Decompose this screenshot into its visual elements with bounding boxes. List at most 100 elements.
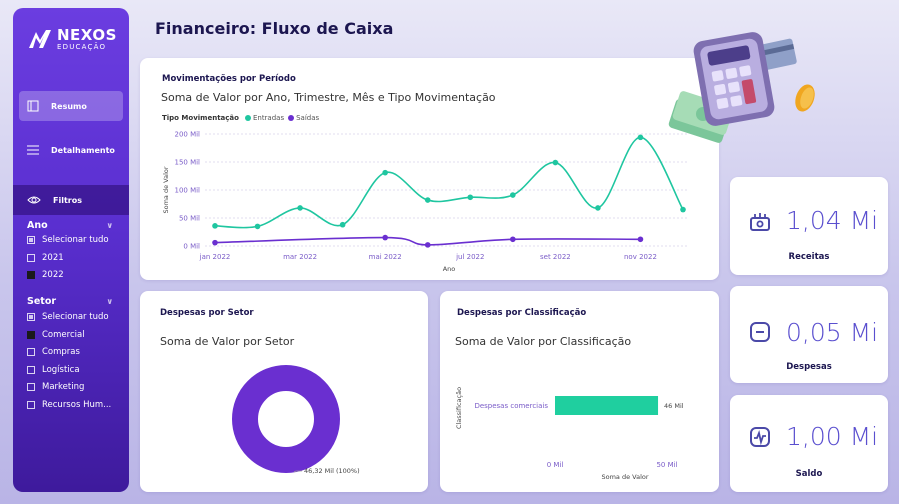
y-axis-title: Soma de Valor bbox=[162, 166, 170, 213]
data-point bbox=[212, 239, 218, 246]
data-point bbox=[510, 236, 516, 243]
kpi-saldo-card: 1,00 Mi Saldo bbox=[730, 395, 888, 492]
kpi-despesas-card: 0,05 Mi Despesas bbox=[730, 286, 888, 383]
x-axis-title: Soma de Valor bbox=[601, 473, 648, 481]
data-point bbox=[552, 159, 559, 166]
x-tick-label: jan 2022 bbox=[199, 253, 231, 261]
slicer-setor-option[interactable]: Selecionar tudo bbox=[27, 312, 109, 322]
data-point bbox=[382, 169, 388, 176]
data-point bbox=[467, 194, 474, 201]
series-line-entradas bbox=[214, 136, 684, 229]
slicer-ano-title: Ano ∨ bbox=[27, 220, 123, 231]
slicer-setor-option[interactable]: Comercial bbox=[27, 330, 85, 340]
kpi-receitas-label: Receitas bbox=[788, 252, 830, 262]
slicer-ano-option[interactable]: 2021 bbox=[27, 253, 64, 263]
slicer-ano-option[interactable]: 2022 bbox=[27, 270, 64, 280]
kpi-receitas-value: 1,04 Mi bbox=[786, 206, 879, 235]
menu-icon bbox=[27, 144, 39, 156]
slicer-ano-label: Ano bbox=[27, 220, 48, 231]
filters-toggle[interactable]: Filtros bbox=[13, 185, 129, 215]
brand-logo: NEXOS EDUCAÇÃO bbox=[27, 26, 123, 66]
minus-icon bbox=[750, 322, 770, 342]
x-tick-label: set 2022 bbox=[540, 253, 571, 261]
x-tick-label: mar 2022 bbox=[283, 253, 317, 261]
slice-data-label: 46,32 Mil (100%) bbox=[304, 467, 360, 475]
y-tick-label: 100 Mil bbox=[174, 187, 200, 195]
nav-resumo-label: Resumo bbox=[51, 101, 87, 111]
page-title: Financeiro: Fluxo de Caixa bbox=[155, 19, 394, 38]
data-point bbox=[212, 223, 218, 229]
despesas-classificacao-card: Despesas por Classificação Soma de Valor… bbox=[440, 291, 719, 492]
data-point bbox=[637, 134, 644, 141]
checkbox[interactable] bbox=[27, 313, 35, 321]
nav-detalhamento-label: Detalhamento bbox=[51, 145, 115, 155]
category-label: Despesas comerciais bbox=[474, 402, 548, 410]
y-tick-label: 50 Mil bbox=[179, 215, 200, 223]
eye-icon bbox=[27, 195, 41, 205]
checkbox[interactable] bbox=[27, 348, 35, 356]
option-label: Comercial bbox=[42, 330, 85, 340]
option-label: Logística bbox=[42, 365, 80, 375]
kpi-receitas-card: 1,04 Mi Receitas bbox=[730, 177, 888, 275]
data-point bbox=[595, 205, 601, 211]
nav-resumo-button[interactable]: Resumo bbox=[19, 91, 123, 121]
checkbox[interactable] bbox=[27, 366, 35, 374]
option-label: Marketing bbox=[42, 382, 85, 392]
data-point bbox=[382, 234, 388, 241]
kpi-saldo-value: 1,00 Mi bbox=[786, 422, 879, 451]
kpi-despesas-value: 0,05 Mi bbox=[786, 318, 879, 347]
option-label: Selecionar tudo bbox=[42, 235, 109, 245]
calculator-money-illustration bbox=[668, 32, 815, 143]
donut-slice-comercial bbox=[232, 365, 340, 473]
brand-tagline: EDUCAÇÃO bbox=[57, 43, 107, 51]
data-point bbox=[510, 192, 516, 198]
nav-detalhamento-button[interactable]: Detalhamento bbox=[19, 135, 123, 165]
x-axis-title: Ano bbox=[443, 265, 456, 273]
checkbox[interactable] bbox=[27, 401, 35, 409]
calculator-icon bbox=[693, 32, 775, 126]
pulse-icon bbox=[750, 427, 770, 447]
slicer-setor-option[interactable]: Recursos Hum... bbox=[27, 400, 111, 410]
slicer-ano-option[interactable]: Selecionar tudo bbox=[27, 235, 109, 245]
option-label: 2021 bbox=[42, 253, 64, 263]
wallet-icon bbox=[750, 213, 770, 231]
bar-value-label: 46 Mil bbox=[664, 402, 684, 410]
donut-chart[interactable]: 46,32 Mil (100%) bbox=[140, 291, 428, 492]
slicer-setor-option[interactable]: Logística bbox=[27, 365, 80, 375]
data-point bbox=[297, 205, 303, 211]
slicer-setor-option[interactable]: Marketing bbox=[27, 382, 84, 392]
data-point bbox=[424, 242, 431, 248]
data-point bbox=[254, 223, 261, 230]
checkbox[interactable] bbox=[27, 271, 35, 279]
y-axis-title: Classificação bbox=[455, 387, 463, 429]
y-tick-label: 200 Mil bbox=[174, 131, 200, 139]
page-icon bbox=[27, 100, 39, 112]
y-tick-label: 150 Mil bbox=[174, 159, 200, 167]
chevron-down-icon[interactable]: ∨ bbox=[107, 221, 114, 230]
checkbox[interactable] bbox=[27, 236, 35, 244]
bar-chart[interactable]: Despesas comerciais 46 Mil 0 Mil 50 Mil Soma… bbox=[440, 291, 719, 492]
bar-despesas-comerciais bbox=[555, 396, 659, 415]
checkbox[interactable] bbox=[27, 331, 35, 339]
despesas-setor-card: Despesas por Setor Soma de Valor por Set… bbox=[140, 291, 428, 492]
coin-icon bbox=[795, 84, 815, 112]
data-point bbox=[637, 236, 644, 243]
line-chart[interactable]: 0 Mil 50 Mil 100 Mil 150 Mil 200 Mil jan 2022… bbox=[140, 58, 719, 280]
x-tick-label: jul 2022 bbox=[455, 253, 484, 261]
x-tick-label: 50 Mil bbox=[656, 461, 677, 469]
kpi-saldo-label: Saldo bbox=[795, 469, 823, 479]
brand-name: NEXOS bbox=[57, 26, 117, 44]
movimentacoes-card: Movimentações por Período Soma de Valor … bbox=[140, 58, 719, 280]
x-tick-label: 0 Mil bbox=[547, 461, 564, 469]
checkbox[interactable] bbox=[27, 254, 35, 262]
kpi-despesas-label: Despesas bbox=[786, 362, 832, 372]
slicer-setor-option[interactable]: Compras bbox=[27, 347, 80, 357]
filters-label: Filtros bbox=[53, 195, 82, 205]
checkbox[interactable] bbox=[27, 383, 35, 391]
chevron-down-icon[interactable]: ∨ bbox=[107, 297, 114, 306]
option-label: 2022 bbox=[42, 270, 64, 280]
slicer-setor-title: Setor ∨ bbox=[27, 296, 123, 307]
data-point bbox=[339, 221, 346, 228]
option-label: Compras bbox=[42, 347, 80, 357]
slicer-setor-label: Setor bbox=[27, 296, 57, 307]
